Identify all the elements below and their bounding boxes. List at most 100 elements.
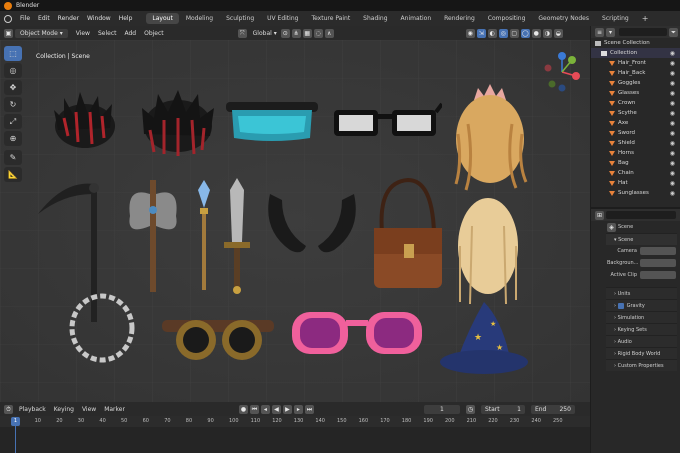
outliner-item[interactable]: Hair_Front ◉: [591, 58, 680, 68]
outliner-item[interactable]: Hat ◉: [591, 178, 680, 188]
jump-start-icon[interactable]: ⏮: [249, 404, 259, 414]
editor-type-icon[interactable]: ▣: [4, 28, 13, 38]
gizmo-toggle-icon[interactable]: ⇲: [476, 28, 486, 38]
outliner-filter-icon[interactable]: ▾: [606, 27, 615, 37]
eye-icon[interactable]: ◉: [670, 120, 675, 127]
timeline-ruler[interactable]: 1102030405060708090100110120130140150160…: [0, 416, 590, 427]
outliner-item[interactable]: Crown ◉: [591, 98, 680, 108]
visibility-icon[interactable]: ◉: [465, 28, 475, 38]
tab-texture-paint[interactable]: Texture Paint: [305, 13, 356, 24]
prev-key-icon[interactable]: ◂: [260, 404, 270, 414]
outliner-item[interactable]: Sunglasses ◉: [591, 188, 680, 198]
eye-icon[interactable]: ◉: [670, 70, 675, 77]
falloff-icon[interactable]: ∧: [324, 28, 334, 38]
outliner-scene-collection[interactable]: Scene Collection: [591, 38, 680, 48]
shading-wireframe-icon[interactable]: ◯: [520, 28, 530, 38]
viewport-menu-add[interactable]: Add: [120, 29, 140, 38]
xray-icon[interactable]: ▢: [509, 28, 519, 38]
select-box-tool[interactable]: ⬚: [4, 46, 22, 61]
viewport-menu-object[interactable]: Object: [140, 29, 168, 38]
menu-file[interactable]: File: [16, 15, 34, 22]
tab-sculpting[interactable]: Sculpting: [220, 13, 260, 24]
section-gravity[interactable]: › Gravity: [606, 299, 677, 311]
outliner-item[interactable]: Hair_Back ◉: [591, 68, 680, 78]
glasses-object[interactable]: [332, 102, 442, 142]
section-audio[interactable]: › Audio: [606, 335, 677, 347]
play-icon[interactable]: ▶: [282, 404, 292, 414]
tab-geometry-nodes[interactable]: Geometry Nodes: [532, 13, 595, 24]
chain-object[interactable]: [64, 290, 140, 370]
eye-icon[interactable]: ◉: [670, 170, 675, 177]
eye-icon[interactable]: ◉: [670, 80, 675, 87]
axe-object[interactable]: [126, 176, 180, 296]
staff-object[interactable]: [192, 180, 216, 292]
hair-back-object[interactable]: [138, 90, 218, 160]
start-frame-field[interactable]: Start 1: [480, 404, 525, 414]
timeline-menu-keying[interactable]: Keying: [50, 405, 78, 414]
outliner-item[interactable]: Axe ◉: [591, 118, 680, 128]
outliner-item[interactable]: Goggles ◉: [591, 78, 680, 88]
eye-icon[interactable]: ◉: [670, 50, 675, 57]
menu-render[interactable]: Render: [54, 15, 83, 22]
transform-tool[interactable]: ⊕: [4, 131, 22, 146]
3d-viewport[interactable]: ★ ★ ★: [0, 40, 590, 402]
section-scene[interactable]: ▾ Scene: [606, 233, 677, 245]
navigation-gizmo[interactable]: [538, 48, 586, 96]
horns-object[interactable]: [262, 190, 362, 262]
steampunk-goggles-object[interactable]: [160, 310, 276, 366]
outliner-search-input[interactable]: [619, 28, 667, 36]
tab-compositing[interactable]: Compositing: [482, 13, 532, 24]
section-rigid-body-world[interactable]: › Rigid Body World: [606, 347, 677, 359]
playhead[interactable]: 1: [11, 417, 20, 426]
scale-tool[interactable]: ⤢: [4, 114, 22, 129]
eye-icon[interactable]: ◉: [670, 140, 675, 147]
snap-icon[interactable]: ⋔: [291, 28, 301, 38]
mode-dropdown[interactable]: Object Mode ▾: [15, 28, 68, 38]
end-frame-field[interactable]: End 250: [530, 404, 575, 414]
measure-tool[interactable]: 📐: [4, 167, 22, 182]
tab-scripting[interactable]: Scripting: [596, 13, 635, 24]
orientation-dropdown[interactable]: Global ▾: [249, 29, 281, 38]
outliner-item[interactable]: Bag ◉: [591, 158, 680, 168]
section-keying-sets[interactable]: › Keying Sets: [606, 323, 677, 335]
eye-icon[interactable]: ◉: [670, 90, 675, 97]
section-units[interactable]: › Units: [606, 287, 677, 299]
timeline-menu-playback[interactable]: Playback: [15, 405, 50, 414]
play-reverse-icon[interactable]: ◀: [271, 404, 281, 414]
record-icon[interactable]: ●: [238, 404, 248, 414]
eye-icon[interactable]: ◉: [670, 130, 675, 137]
hair-front-object[interactable]: [50, 90, 120, 156]
tab-animation[interactable]: Animation: [395, 13, 438, 24]
outliner-item[interactable]: Shield ◉: [591, 138, 680, 148]
timeline-menu-view[interactable]: View: [78, 405, 100, 414]
eye-icon[interactable]: ◉: [670, 60, 675, 67]
menu-window[interactable]: Window: [83, 15, 115, 22]
overlay-toggle-icon[interactable]: ◐: [487, 28, 497, 38]
outliner-item[interactable]: Chain ◉: [591, 168, 680, 178]
tab-rendering[interactable]: Rendering: [438, 13, 481, 24]
menu-help[interactable]: Help: [115, 15, 137, 22]
annotate-tool[interactable]: ✎: [4, 150, 22, 165]
move-tool[interactable]: ✥: [4, 80, 22, 95]
viewport-menu-select[interactable]: Select: [94, 29, 121, 38]
outliner-item[interactable]: Horns ◉: [591, 148, 680, 158]
next-key-icon[interactable]: ▸: [293, 404, 303, 414]
snap-target-icon[interactable]: ▦: [302, 28, 312, 38]
bag-object[interactable]: [368, 172, 448, 294]
outliner-collection[interactable]: Collection ◉: [591, 48, 680, 58]
outliner-item[interactable]: Glasses ◉: [591, 88, 680, 98]
viewport-menu-view[interactable]: View: [72, 29, 94, 38]
shading-rendered-icon[interactable]: ◒: [553, 28, 563, 38]
camera-field[interactable]: [640, 247, 676, 255]
current-frame-field[interactable]: 1: [423, 404, 460, 414]
timeline-editor-icon[interactable]: ⏱: [4, 404, 13, 414]
add-workspace-button[interactable]: +: [636, 12, 655, 25]
sword-object[interactable]: [222, 178, 252, 296]
eye-icon[interactable]: ◉: [670, 190, 675, 197]
outliner-funnel-icon[interactable]: ⏷: [669, 27, 678, 37]
eye-icon[interactable]: ◉: [670, 110, 675, 117]
tab-layout[interactable]: Layout: [146, 13, 179, 24]
tab-uv-editing[interactable]: UV Editing: [261, 13, 304, 24]
orientation-icon[interactable]: ⤧: [237, 28, 247, 38]
rotate-tool[interactable]: ↻: [4, 97, 22, 112]
